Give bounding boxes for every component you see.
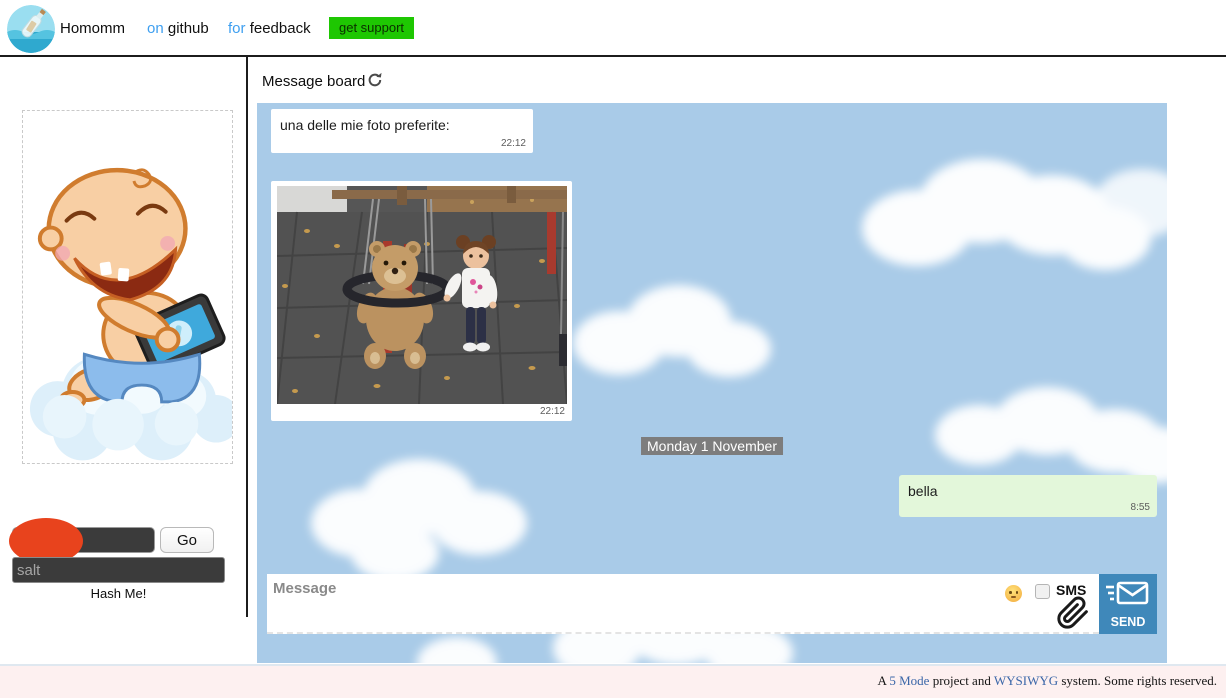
send-envelope-icon — [1106, 581, 1150, 607]
app-window: Homomm on github for feedback get suppor… — [0, 0, 1226, 698]
nav-github-label: github — [168, 20, 209, 37]
message-time: 8:55 — [1131, 502, 1150, 513]
chat-area: una delle mie foto preferite: 22:12 — [257, 103, 1167, 663]
page-footer: A 5 Mode project and WYSIWYG system. Som… — [0, 664, 1226, 698]
attachment-paperclip-icon[interactable] — [1056, 596, 1090, 630]
footer-link-5mode[interactable]: 5 Mode — [889, 673, 929, 688]
salt-input[interactable] — [12, 557, 225, 583]
sms-checkbox[interactable] — [1035, 584, 1050, 599]
hash-me-label: Hash Me! — [12, 586, 225, 601]
go-button[interactable]: Go — [160, 527, 214, 553]
date-separator: Monday 1 November — [641, 437, 783, 455]
send-button[interactable]: SEND — [1099, 574, 1157, 634]
top-header: Homomm on github for feedback get suppor… — [0, 0, 1226, 57]
board-title: Message board — [262, 73, 365, 90]
bottle-logo-icon[interactable] — [7, 5, 55, 53]
footer-text-suffix: system. Some rights reserved. — [1058, 673, 1217, 688]
compose-bar: SMS SEND — [267, 574, 1157, 634]
message-bubble-outgoing: bella 8:55 — [899, 475, 1157, 517]
message-text: una delle mie foto preferite: — [280, 117, 450, 133]
message-text: bella — [908, 483, 938, 499]
emoji-icon[interactable] — [1005, 585, 1022, 602]
photo-message-bubble[interactable]: 22:12 — [271, 181, 572, 421]
footer-link-wysiwyg[interactable]: WYSIWYG — [994, 673, 1058, 688]
baby-mascot-image — [22, 110, 233, 464]
sidebar-divider — [246, 57, 248, 617]
nav-github-prefix: on — [147, 20, 168, 37]
nav-link-feedback[interactable]: for feedback — [228, 20, 311, 37]
message-bubble-incoming: una delle mie foto preferite: 22:12 — [271, 109, 533, 153]
get-support-button[interactable]: get support — [329, 17, 414, 39]
nav-feedback-label: feedback — [250, 20, 311, 37]
brand-name: Homomm — [60, 20, 125, 37]
nav-link-github[interactable]: on github — [147, 20, 209, 37]
message-time: 22:12 — [540, 406, 565, 417]
message-field-wrapper: SMS — [267, 574, 1099, 634]
send-label: SEND — [1099, 615, 1157, 629]
footer-text-prefix: A — [877, 673, 889, 688]
footer-text-middle: project and — [929, 673, 993, 688]
nav-feedback-prefix: for — [228, 20, 250, 37]
message-input[interactable] — [271, 578, 975, 630]
message-time: 22:12 — [501, 138, 526, 149]
refresh-icon[interactable] — [366, 71, 384, 89]
playground-photo — [277, 186, 567, 404]
